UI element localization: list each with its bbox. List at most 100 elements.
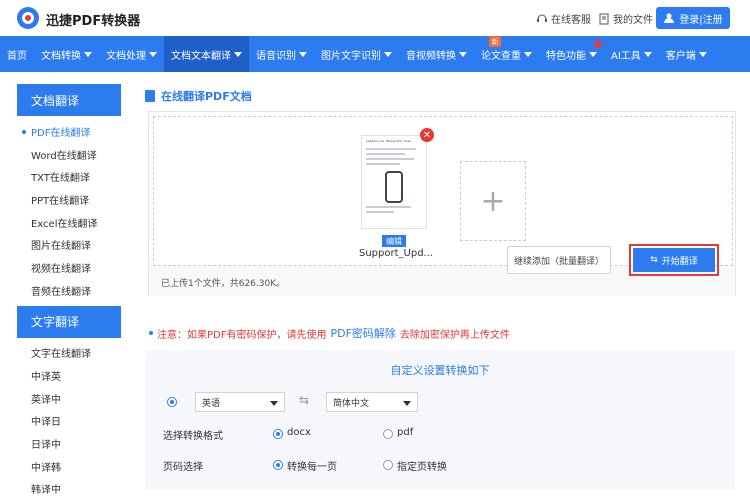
chevron-down-icon — [149, 51, 157, 57]
pdf-unlock-link[interactable]: PDF密码解除 — [330, 325, 395, 341]
sidebar-item-pdf[interactable]: PDF在线翻译 — [17, 120, 121, 143]
nav-label: 语音识别 — [256, 50, 296, 62]
customer-service-label: 在线客服 — [551, 15, 591, 26]
chevron-down-icon — [84, 51, 92, 57]
page-label: 页码选择 — [163, 462, 203, 473]
sidebar-header-doc: 文档翻译 — [17, 84, 121, 116]
plus-icon: + — [480, 183, 506, 219]
format-pdf-label[interactable]: pdf — [397, 427, 413, 438]
format-docx-label[interactable]: docx — [287, 427, 311, 438]
chevron-down-icon — [698, 51, 707, 57]
sidebar-item-zh-en[interactable]: 中译英 — [17, 364, 121, 387]
page-custom-radio[interactable] — [383, 460, 393, 470]
sidebar-item-txt[interactable]: TXT在线翻译 — [17, 165, 121, 188]
nav-item-home[interactable]: 首页 — [0, 36, 34, 72]
nav-label: 首页 — [7, 50, 27, 62]
sidebar-item-word[interactable]: Word在线翻译 — [17, 143, 121, 166]
nav-item-doc-convert[interactable]: 文档转换 — [34, 36, 99, 72]
top-bar: 迅捷PDF转换器 在线客服 我的文件 登录|注册 — [0, 0, 750, 36]
settings-panel: 自定义设置转换如下 英语 ⇆ 简体中文 选择转换格式 docx pdf 页码选择… — [145, 350, 735, 490]
sidebar-item-en-zh[interactable]: 英译中 — [17, 387, 121, 410]
file-thumbnail[interactable]: Leaders you "Phone Pro" how — [361, 135, 427, 229]
upload-status: 已上传1个文件，共626.30K。 — [161, 279, 286, 289]
nav-label: 文档转换 — [41, 50, 81, 62]
chevron-down-icon — [589, 51, 597, 57]
sidebar-header-text: 文字翻译 — [17, 305, 121, 338]
add-file-button[interactable]: + — [460, 161, 526, 241]
headset-icon — [537, 14, 547, 22]
page-all-label[interactable]: 转换每一页 — [287, 458, 337, 473]
phone-illustration — [385, 171, 403, 203]
start-highlight: ⇆ 开始翻译 — [629, 244, 719, 276]
nav-label: 图片文字识别 — [321, 50, 381, 62]
page-title-row: 在线翻译PDF文档 — [145, 88, 252, 104]
page-title: 在线翻译PDF文档 — [161, 90, 252, 103]
my-files-link[interactable]: 我的文件 — [598, 11, 653, 26]
start-translate-button[interactable]: ⇆ 开始翻译 — [633, 248, 715, 272]
sidebar-item-audio[interactable]: 音频在线翻译 — [17, 279, 121, 302]
sidebar-item-text-online[interactable]: 文字在线翻译 — [17, 342, 121, 365]
nav-item-doc-translate[interactable]: 文档文本翻译 — [164, 36, 249, 72]
nav-item-ai-tools[interactable]: AI工具 — [604, 36, 659, 72]
sidebar-item-image[interactable]: 图片在线翻译 — [17, 233, 121, 256]
sidebar-item-zh-ja[interactable]: 中译日 — [17, 410, 121, 433]
target-lang-value: 简体中文 — [333, 398, 370, 409]
settings-title: 自定义设置转换如下 — [390, 364, 490, 377]
chevron-down-icon — [270, 401, 278, 406]
chevron-down-icon — [234, 51, 242, 57]
chevron-down-icon — [384, 51, 392, 57]
logo-icon[interactable] — [16, 6, 40, 30]
sidebar-item-ppt[interactable]: PPT在线翻译 — [17, 188, 121, 211]
page-all-radio[interactable] — [273, 460, 283, 470]
chevron-down-icon — [459, 51, 467, 57]
start-translate-label: 开始翻译 — [661, 256, 698, 267]
nav-label: 论文查重 — [481, 50, 521, 62]
password-notice: 注意：如果PDF有密码保护，请先使用 PDF密码解除 去除加密保护再上传文件 — [149, 325, 510, 341]
nav-label: AI工具 — [611, 50, 641, 62]
format-label: 选择转换格式 — [163, 431, 223, 442]
target-lang-select[interactable]: 简体中文 — [326, 392, 418, 412]
sidebar-item-ja-zh[interactable]: 日译中 — [17, 432, 121, 455]
chevron-down-icon — [643, 51, 652, 57]
notice-prefix: 注意：如果PDF有密码保护，请先使用 — [157, 329, 327, 341]
my-files-label: 我的文件 — [613, 15, 653, 26]
nav-label: 音视频转换 — [406, 50, 456, 62]
nav-label: 文档处理 — [106, 50, 146, 62]
customer-service-link[interactable]: 在线客服 — [536, 11, 591, 26]
lang-radio[interactable] — [167, 397, 177, 407]
page-custom-label[interactable]: 指定页转换 — [397, 458, 447, 473]
chevron-down-icon — [299, 51, 307, 57]
format-pdf-radio[interactable] — [383, 429, 393, 439]
login-button[interactable]: 登录|注册 — [656, 7, 730, 29]
swap-icon: ⇆ — [650, 255, 658, 265]
chevron-down-icon — [524, 51, 532, 57]
file-name: Support_Upd... — [359, 248, 434, 259]
sidebar-item-zh-ko[interactable]: 中译韩 — [17, 455, 121, 478]
nav-item-client[interactable]: 客户端 — [659, 36, 714, 72]
login-label: 登录|注册 — [679, 14, 723, 26]
new-badge: 新 — [489, 36, 501, 47]
continue-add-button[interactable]: 继续添加（批量翻译） — [507, 246, 611, 274]
swap-lang-icon[interactable]: ⇆ — [299, 393, 309, 407]
nav-item-doc-process[interactable]: 文档处理 — [99, 36, 164, 72]
hot-arrow-icon — [593, 38, 603, 47]
sidebar: 文档翻译 PDF在线翻译 Word在线翻译 TXT在线翻译 PPT在线翻译 Ex… — [17, 84, 121, 500]
sidebar-item-video[interactable]: 视频在线翻译 — [17, 256, 121, 279]
bullet-icon — [149, 331, 153, 335]
nav-label: 特色功能 — [546, 50, 586, 62]
sidebar-item-excel[interactable]: Excel在线翻译 — [17, 211, 121, 234]
notice-suffix: 去除加密保护再上传文件 — [399, 329, 510, 341]
chevron-down-icon — [403, 401, 411, 406]
user-icon — [664, 13, 675, 23]
format-docx-radio[interactable] — [273, 429, 283, 439]
source-lang-select[interactable]: 英语 — [195, 392, 285, 412]
brand-name[interactable]: 迅捷PDF转换器 — [46, 10, 140, 29]
remove-file-button[interactable]: ✕ — [420, 128, 434, 142]
nav-item-av-convert[interactable]: 音视频转换 — [399, 36, 474, 72]
nav-item-paper-check[interactable]: 论文查重 — [474, 36, 539, 72]
document-icon — [145, 90, 155, 102]
edit-tag[interactable]: 编辑 — [382, 235, 406, 247]
nav-item-speech[interactable]: 语音识别 — [249, 36, 314, 72]
file-icon — [599, 13, 609, 24]
nav-item-ocr[interactable]: 图片文字识别 — [314, 36, 399, 72]
